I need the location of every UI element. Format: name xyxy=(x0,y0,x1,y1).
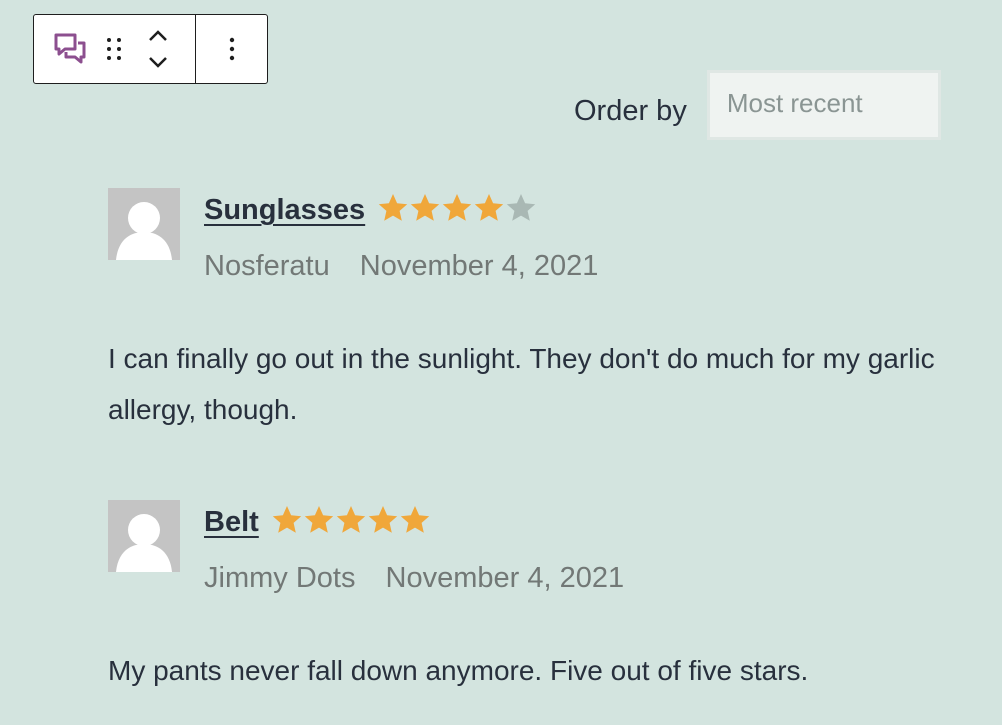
reviews-block-icon xyxy=(54,33,86,64)
star-filled-icon xyxy=(368,505,397,533)
chevron-down-icon[interactable] xyxy=(147,54,169,70)
reviews-block-button[interactable] xyxy=(50,15,90,83)
block-toolbar xyxy=(33,14,268,84)
drag-handle-icon xyxy=(107,38,121,60)
review-author: Jimmy Dots xyxy=(204,562,356,594)
star-filled-icon xyxy=(304,505,333,533)
order-by-select[interactable]: Most recent xyxy=(706,70,941,140)
review-date: November 4, 2021 xyxy=(385,562,625,594)
star-filled-icon xyxy=(400,505,429,533)
user-avatar-icon xyxy=(116,514,172,572)
review-text: I can finally go out in the sunlight. Th… xyxy=(108,343,935,425)
product-link[interactable]: Belt xyxy=(204,506,259,539)
star-empty-icon xyxy=(506,193,536,221)
chevron-up-icon[interactable] xyxy=(147,28,169,44)
star-rating xyxy=(377,192,537,224)
star-rating xyxy=(271,504,431,536)
avatar xyxy=(108,500,180,572)
star-filled-icon xyxy=(442,193,472,221)
product-link[interactable]: Sunglasses xyxy=(204,194,365,227)
options-button[interactable] xyxy=(196,15,267,83)
star-filled-icon xyxy=(378,193,408,221)
review-meta: Jimmy Dots November 4, 2021 xyxy=(204,562,624,595)
review-meta: Nosferatu November 4, 2021 xyxy=(204,250,598,283)
block-movers xyxy=(138,15,178,83)
review-text: My pants never fall down anymore. Five o… xyxy=(108,655,809,686)
review-author: Nosferatu xyxy=(204,250,330,282)
toolbar-main-group xyxy=(34,15,196,83)
star-filled-icon xyxy=(410,193,440,221)
drag-handle[interactable] xyxy=(90,15,138,83)
review-header: Sunglasses xyxy=(204,192,537,227)
star-filled-icon xyxy=(272,505,301,533)
review-date: November 4, 2021 xyxy=(359,250,599,282)
review-header: Belt xyxy=(204,504,431,539)
star-filled-icon xyxy=(336,505,365,533)
more-vertical-icon xyxy=(229,37,234,61)
order-by-label: Order by xyxy=(574,94,687,127)
star-filled-icon xyxy=(474,193,504,221)
user-avatar-icon xyxy=(116,202,172,260)
order-by-control: Order by Most recent xyxy=(574,70,941,140)
avatar xyxy=(108,188,180,260)
